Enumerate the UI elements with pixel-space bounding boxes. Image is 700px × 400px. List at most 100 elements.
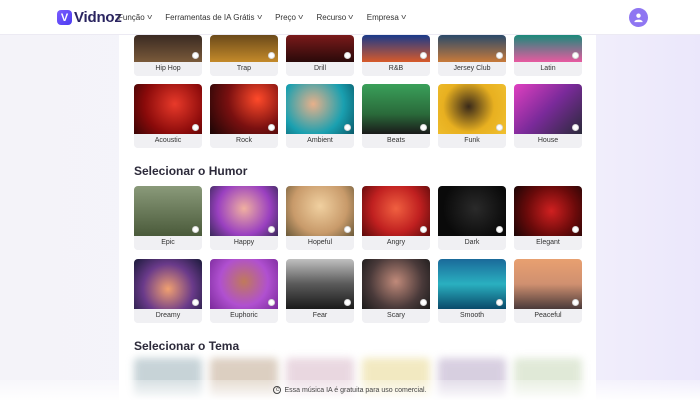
radio-indicator[interactable] (192, 226, 199, 233)
radio-indicator[interactable] (192, 52, 199, 59)
radio-indicator[interactable] (344, 124, 351, 131)
radio-indicator[interactable] (420, 226, 427, 233)
mood-card-euphoric[interactable]: Euphoric (210, 259, 278, 323)
genre-card-rock[interactable]: Rock (210, 84, 278, 148)
radio-indicator[interactable] (572, 226, 579, 233)
radio-indicator[interactable] (344, 226, 351, 233)
genre-label: House (514, 134, 582, 148)
nav-item-ferramentas[interactable]: Ferramentas de IA Grátis v (165, 13, 262, 22)
user-avatar[interactable] (629, 8, 648, 27)
user-icon (634, 13, 643, 23)
mood-card-dark[interactable]: Dark (438, 186, 506, 250)
radio-indicator[interactable] (192, 124, 199, 131)
main-nav: Função v Ferramentas de IA Grátis v Preço v… (118, 0, 419, 35)
genre-label: Jersey Club (438, 62, 506, 76)
mood-card-fear[interactable]: Fear (286, 259, 354, 323)
commercial-use-note: c Essa música IA é gratuita para uso com… (0, 380, 700, 400)
radio-indicator[interactable] (572, 52, 579, 59)
radio-indicator[interactable] (344, 299, 351, 306)
nav-item-preco[interactable]: Preço v (275, 13, 304, 22)
radio-indicator[interactable] (268, 299, 275, 306)
genre-card-house[interactable]: House (514, 84, 582, 148)
radio-indicator[interactable] (496, 226, 503, 233)
radio-indicator[interactable] (268, 52, 275, 59)
mood-thumbnail (362, 186, 430, 236)
genre-card-jersey-club[interactable]: Jersey Club (438, 35, 506, 76)
mood-card-elegant[interactable]: Elegant (514, 186, 582, 250)
genre-thumbnail (438, 84, 506, 134)
mood-card-angry[interactable]: Angry (362, 186, 430, 250)
radio-indicator[interactable] (572, 299, 579, 306)
genre-label: R&B (362, 62, 430, 76)
radio-indicator[interactable] (268, 124, 275, 131)
radio-indicator[interactable] (496, 124, 503, 131)
mood-label: Euphoric (210, 309, 278, 323)
chevron-down-icon: v (298, 14, 304, 21)
mood-label: Dreamy (134, 309, 202, 323)
genre-label: Drill (286, 62, 354, 76)
copyright-icon: c (273, 386, 282, 394)
nav-item-funcao[interactable]: Função v (118, 13, 152, 22)
mood-thumbnail (286, 186, 354, 236)
radio-indicator[interactable] (572, 124, 579, 131)
genre-thumbnail (438, 35, 506, 62)
mood-thumbnail (438, 259, 506, 309)
nav-item-empresa[interactable]: Empresa v (367, 13, 406, 22)
mood-label: Scary (362, 309, 430, 323)
genre-card-drill[interactable]: Drill (286, 35, 354, 76)
genre-label: Trap (210, 62, 278, 76)
genre-card-trap[interactable]: Trap (210, 35, 278, 76)
mood-label: Dark (438, 236, 506, 250)
mood-card-scary[interactable]: Scary (362, 259, 430, 323)
mood-label: Angry (362, 236, 430, 250)
genre-card-acoustic[interactable]: Acoustic (134, 84, 202, 148)
mood-card-happy[interactable]: Happy (210, 186, 278, 250)
mood-label: Peaceful (514, 309, 582, 323)
genre-thumbnail (286, 84, 354, 134)
mood-thumbnail (514, 259, 582, 309)
genre-card-beats[interactable]: Beats (362, 84, 430, 148)
mood-card-smooth[interactable]: Smooth (438, 259, 506, 323)
radio-indicator[interactable] (420, 52, 427, 59)
chevron-down-icon: v (256, 14, 262, 21)
brand-name: Vidnoz (74, 9, 122, 26)
genre-card-hip-hop[interactable]: Hip Hop (134, 35, 202, 76)
genre-thumbnail (362, 84, 430, 134)
mood-section-title: Selecionar o Humor (134, 164, 248, 178)
mood-thumbnail (210, 259, 278, 309)
radio-indicator[interactable] (192, 299, 199, 306)
mood-thumbnail (438, 186, 506, 236)
genre-card-latin[interactable]: Latin (514, 35, 582, 76)
genre-thumbnail (134, 35, 202, 62)
genre-label: Beats (362, 134, 430, 148)
genre-card-ambient[interactable]: Ambient (286, 84, 354, 148)
mood-label: Epic (134, 236, 202, 250)
genre-card-rnb[interactable]: R&B (362, 35, 430, 76)
mood-thumbnail (514, 186, 582, 236)
mood-label: Hopeful (286, 236, 354, 250)
radio-indicator[interactable] (344, 52, 351, 59)
genre-card-funk[interactable]: Funk (438, 84, 506, 148)
mood-card-dreamy[interactable]: Dreamy (134, 259, 202, 323)
mood-thumbnail (134, 259, 202, 309)
mood-thumbnail (134, 186, 202, 236)
nav-item-recurso[interactable]: Recurso v (316, 13, 353, 22)
radio-indicator[interactable] (496, 299, 503, 306)
radio-indicator[interactable] (268, 226, 275, 233)
mood-card-epic[interactable]: Epic (134, 186, 202, 250)
genre-thumbnail (362, 35, 430, 62)
genre-thumbnail (210, 35, 278, 62)
mood-card-peaceful[interactable]: Peaceful (514, 259, 582, 323)
radio-indicator[interactable] (420, 124, 427, 131)
vidnoz-logo[interactable]: V Vidnoz (57, 9, 122, 26)
radio-indicator[interactable] (420, 299, 427, 306)
mood-card-hopeful[interactable]: Hopeful (286, 186, 354, 250)
radio-indicator[interactable] (496, 52, 503, 59)
genre-label: Hip Hop (134, 62, 202, 76)
genre-label: Latin (514, 62, 582, 76)
genre-grid-row-2: Acoustic Rock Ambient Beats Funk House (134, 84, 582, 148)
genre-thumbnail (514, 35, 582, 62)
chevron-down-icon: v (146, 14, 152, 21)
mood-label: Elegant (514, 236, 582, 250)
mood-thumbnail (362, 259, 430, 309)
